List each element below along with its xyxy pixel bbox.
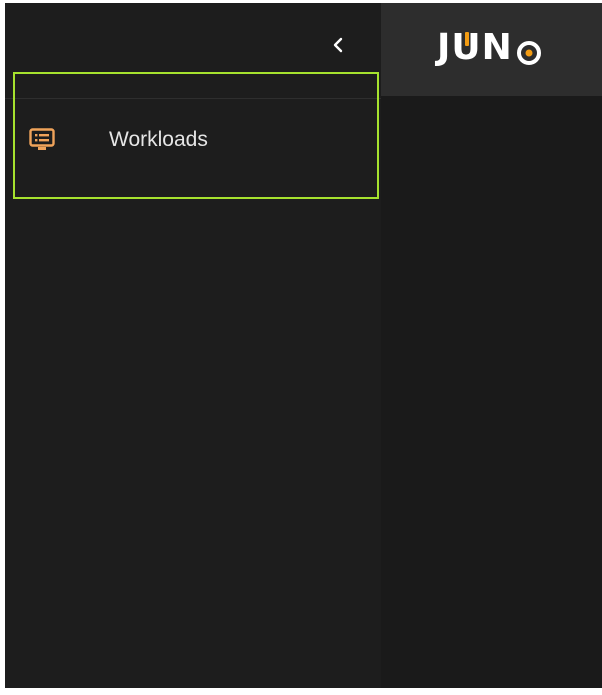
logo-letter-u: U <box>451 26 482 68</box>
sidebar: Workloads <box>5 3 382 688</box>
logo-letter-n: N <box>481 26 513 68</box>
main-content <box>381 96 602 695</box>
juno-logo[interactable]: J U N <box>437 25 542 69</box>
sidebar-item-label: Workloads <box>109 128 208 151</box>
logo-accent-bar <box>464 31 469 46</box>
logo-letter-j: J <box>437 26 452 68</box>
sidebar-item-workloads[interactable]: Workloads <box>13 72 379 199</box>
top-bar: J U N <box>381 3 602 96</box>
monitor-list-icon <box>29 128 55 152</box>
app-window: Workloads J U N <box>0 0 602 695</box>
frame-bottom-edge <box>0 688 602 695</box>
collapse-sidebar-button[interactable] <box>327 31 349 59</box>
logo-power-icon <box>516 34 542 65</box>
chevron-left-icon <box>333 37 343 53</box>
